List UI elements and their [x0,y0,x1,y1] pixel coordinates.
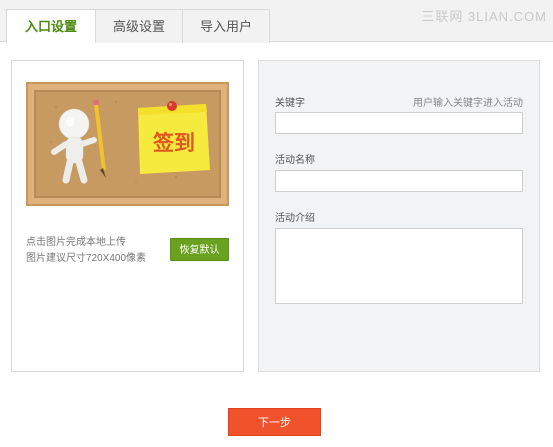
watermark: 三联网 3LIAN.COM [421,9,547,24]
sign-in-image-text: 签到 [152,131,195,155]
tab-bar: 入口设置 高级设置 导入用户 三联网 3LIAN.COM [0,0,553,43]
activity-desc-textarea[interactable] [275,228,523,304]
image-card: 签到 点击图片完成本地上传 图片建议尺寸720X400像素 恢复默认 [11,60,244,372]
tab-import-users[interactable]: 导入用户 [182,9,270,43]
restore-default-button[interactable]: 恢复默认 [170,238,229,261]
corkboard-image: 签到 [26,82,229,206]
entry-image[interactable]: 签到 [26,82,229,206]
keyword-input[interactable] [275,112,523,134]
activity-name-input[interactable] [275,170,523,192]
keyword-hint: 用户输入关键字进入活动 [413,98,523,109]
upload-hint: 点击图片完成本地上传 [26,237,126,248]
keyword-label: 关键字 [275,98,305,109]
tab-advanced-settings[interactable]: 高级设置 [95,9,183,43]
tab-entry-settings[interactable]: 入口设置 [6,9,96,43]
activity-name-label: 活动名称 [275,155,315,166]
next-step-button[interactable]: 下一步 [228,408,321,436]
form-panel: 关键字 用户输入关键字进入活动 活动名称 活动介绍 [258,60,540,372]
size-hint: 图片建议尺寸720X400像素 [26,253,147,264]
activity-desc-label: 活动介绍 [275,213,315,224]
